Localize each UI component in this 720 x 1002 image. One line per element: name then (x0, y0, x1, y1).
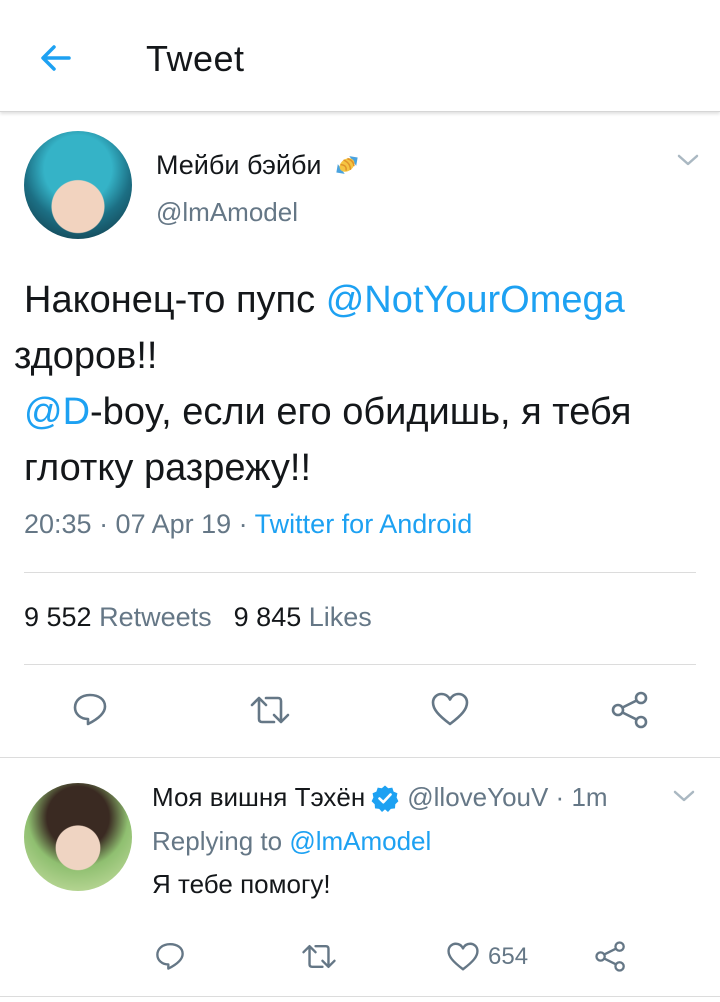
retweets-label: Retweets (99, 602, 212, 632)
retweet-button[interactable] (248, 692, 292, 728)
reply-text: Я тебе помогу! (152, 869, 331, 899)
author-name[interactable]: Мейби бэйби (156, 148, 364, 182)
reply-like-count: 654 (488, 942, 529, 970)
mention-link[interactable]: @NotYourOmega (326, 279, 625, 321)
replying-to: Replying to @lmAmodel (152, 826, 431, 857)
heart-icon (447, 942, 479, 971)
mention-link[interactable]: @D (24, 391, 90, 433)
reply-button[interactable] (71, 690, 109, 728)
author-name-text: Мейби бэйби (156, 149, 322, 180)
author-handle[interactable]: @lmAmodel (156, 197, 298, 228)
candy-icon (335, 156, 358, 174)
share-icon (611, 691, 648, 729)
replying-label: Replying to (152, 826, 290, 856)
replying-to-mention[interactable]: @lmAmodel (289, 826, 431, 856)
tweet-meta: 20:35 · 07 Apr 19 · Twitter for Android (24, 509, 472, 540)
tweet-options-button[interactable] (676, 152, 700, 173)
share-icon (595, 941, 625, 972)
reply-author-avatar[interactable] (24, 783, 132, 891)
reply-share-button[interactable] (594, 940, 627, 973)
divider (0, 757, 720, 758)
likes-stat[interactable]: 9 845 Likes (234, 602, 372, 632)
verified-badge-icon (371, 785, 399, 812)
likes-count: 9 845 (233, 602, 302, 632)
divider (24, 572, 696, 573)
reply-icon (156, 943, 184, 970)
reply-reply-button[interactable] (154, 940, 186, 972)
back-arrow-icon (41, 45, 71, 71)
reply-icon (73, 693, 107, 726)
divider (0, 996, 720, 997)
heart-icon (431, 692, 469, 726)
tweet-text-part: здоров!! (14, 335, 158, 377)
retweets-stat[interactable]: 9 552 Retweets (24, 602, 212, 632)
likes-label: Likes (308, 602, 372, 632)
retweet-icon (250, 696, 290, 724)
reply-header: Моя вишня Тэхён @lloveYouV · 1m (152, 782, 608, 813)
author-avatar[interactable] (24, 131, 132, 239)
tweet-stats: 9 552 Retweets 9 845 Likes (24, 602, 372, 633)
tweet-text-part: -boy, если его обидишь, я тебя глотку ра… (24, 391, 632, 489)
chevron-down-icon (677, 154, 699, 166)
like-button[interactable] (430, 691, 470, 727)
page-title: Tweet (146, 38, 245, 79)
reply-like-button[interactable]: 654 (446, 941, 528, 972)
reply-retweet-button[interactable] (300, 941, 338, 972)
divider (24, 664, 696, 665)
retweets-count: 9 552 (24, 602, 92, 632)
back-button[interactable] (34, 36, 78, 80)
reply-author-name[interactable]: Моя вишня Тэхён (152, 782, 365, 813)
retweet-icon (302, 944, 336, 969)
tweet-text: Наконец-то пупс @NotYourOmega здоров!! @D… (14, 272, 694, 496)
chevron-down-icon (673, 790, 695, 802)
reply-options-button[interactable] (672, 788, 696, 809)
tweet-timestamp: 20:35 · 07 Apr 19 · (24, 509, 255, 539)
reply-author-handle-time: @lloveYouV · 1m (407, 782, 608, 812)
share-button[interactable] (610, 690, 650, 730)
top-bar: Tweet (0, 0, 720, 112)
tweet-source-link[interactable]: Twitter for Android (255, 509, 473, 539)
tweet-text-part: Наконец-то пупс (24, 279, 326, 321)
